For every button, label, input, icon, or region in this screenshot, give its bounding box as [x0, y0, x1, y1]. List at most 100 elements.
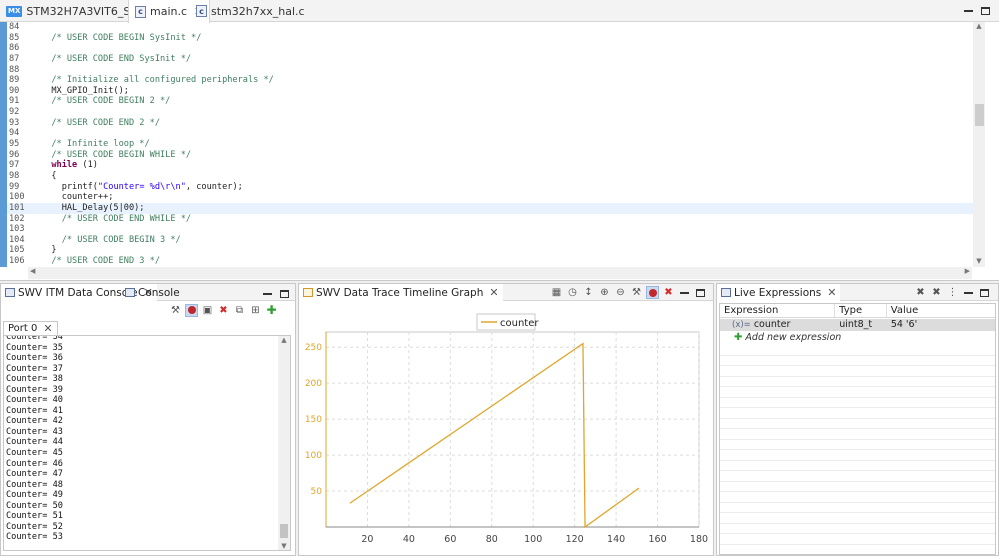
code-line[interactable]: 103	[7, 224, 973, 235]
minimize-icon[interactable]	[964, 4, 973, 17]
code-line[interactable]: 88	[7, 65, 973, 76]
close-icon[interactable]: ✕	[43, 322, 52, 335]
code-line[interactable]: 91 /* USER CODE BEGIN 2 */	[7, 96, 973, 107]
code-line[interactable]: 97 while (1)	[7, 160, 973, 171]
empty-row	[720, 419, 995, 429]
settings-icon[interactable]: ⚒	[169, 304, 182, 317]
empty-row	[720, 408, 995, 419]
record-icon[interactable]	[646, 286, 659, 299]
code-line[interactable]: 104 /* USER CODE BEGIN 3 */	[7, 235, 973, 246]
close-icon[interactable]: ✕	[489, 286, 498, 299]
itm-console-output[interactable]: Counter= 34 Counter= 35 Counter= 36 Counter…	[3, 335, 291, 551]
code-line[interactable]: 90 MX_GPIO_Init();	[7, 86, 973, 97]
tab-live-expressions[interactable]: Live Expressions ✕	[717, 284, 841, 301]
scroll-up-icon[interactable]: ▲	[973, 22, 985, 32]
remove-expression-icon[interactable]: ✖	[914, 286, 927, 299]
code-line[interactable]: 87 /* USER CODE END SysInit */	[7, 54, 973, 65]
add-icon: ✚	[734, 332, 743, 343]
code-line[interactable]: 99 printf("Counter= %d\r\n", counter);	[7, 182, 973, 193]
tab-swv-timeline-graph[interactable]: SWV Data Trace Timeline Graph ✕	[299, 284, 503, 301]
editor-vertical-scrollbar[interactable]: ▲ ▼	[973, 22, 985, 267]
code-line[interactable]: 105 }	[7, 245, 973, 256]
editor-horizontal-scrollbar[interactable]: ◀ ▶	[28, 267, 972, 279]
c-file-icon: c	[196, 5, 207, 17]
tab-console[interactable]: Console	[121, 284, 184, 301]
console-line: Counter= 47	[6, 469, 63, 480]
code-text: /* USER CODE BEGIN 2 */	[41, 96, 170, 107]
code-line[interactable]: 89 /* Initialize all configured peripher…	[7, 75, 973, 86]
scroll-left-icon[interactable]: ◀	[30, 267, 35, 275]
minimize-icon[interactable]	[962, 286, 975, 299]
empty-row	[720, 440, 995, 450]
editor-gutter	[0, 22, 7, 267]
code-line[interactable]: 92	[7, 107, 973, 118]
record-icon[interactable]	[185, 303, 198, 317]
tab-port-0[interactable]: Port 0 ✕	[3, 321, 58, 335]
column-type[interactable]: Type	[835, 304, 887, 317]
code-view[interactable]: 84 85 /* USER CODE BEGIN SysInit */86 87 /…	[0, 22, 999, 267]
scroll-thumb[interactable]	[975, 104, 984, 126]
scroll-thumb[interactable]	[280, 524, 288, 538]
code-line[interactable]: 98 {	[7, 171, 973, 182]
live-expressions-table[interactable]: Expression Type Value (x)= counter uint8…	[719, 303, 996, 555]
code-line[interactable]: 101 HAL_Delay(5|00);	[7, 202, 973, 214]
minimize-icon[interactable]	[678, 286, 691, 299]
code-line[interactable]: 86	[7, 43, 973, 54]
tab-hal-c[interactable]: c stm32h7xx_hal.c	[190, 0, 311, 22]
tab-label: Live Expressions	[734, 286, 822, 299]
code-line[interactable]: 96 /* USER CODE BEGIN WHILE */	[7, 150, 973, 161]
c-file-icon: c	[135, 5, 146, 18]
scroll-down-icon[interactable]: ▼	[278, 542, 290, 550]
settings-icon[interactable]: ⚒	[630, 286, 643, 299]
console-line: Counter= 36	[6, 353, 63, 364]
scroll-up-icon[interactable]: ▲	[278, 336, 290, 344]
maximize-icon[interactable]	[978, 286, 991, 299]
add-port-icon[interactable]: ✚	[265, 303, 278, 317]
y-tick-label: 250	[305, 343, 322, 353]
configure-trace-icon[interactable]: ▦	[550, 286, 563, 299]
zoom-out-icon[interactable]: ⊖	[614, 286, 627, 299]
view-menu-icon[interactable]: ⋮	[946, 286, 959, 299]
save-icon[interactable]: ▣	[201, 304, 214, 317]
code-line[interactable]: 84	[7, 22, 973, 33]
code-line[interactable]: 106 /* USER CODE END 3 */	[7, 256, 973, 267]
table-row[interactable]: (x)= counter uint8_t 54 '6'	[720, 319, 995, 331]
minimize-icon[interactable]	[263, 287, 272, 300]
console-line: Counter= 44	[6, 437, 63, 448]
code-token: /* USER CODE BEGIN 2 */	[41, 96, 171, 107]
remove-all-icon[interactable]: ✖	[930, 286, 943, 299]
clear-icon[interactable]: ✖	[662, 286, 675, 299]
empty-row	[720, 450, 995, 461]
code-line[interactable]: 85 /* USER CODE BEGIN SysInit */	[7, 33, 973, 44]
maximize-icon[interactable]	[981, 4, 990, 17]
column-expression[interactable]: Expression	[720, 304, 836, 317]
code-line[interactable]: 94	[7, 128, 973, 139]
line-number: 103	[9, 224, 25, 235]
code-line[interactable]: 93 /* USER CODE END 2 */	[7, 118, 973, 129]
clock-icon[interactable]: ◷	[566, 286, 579, 299]
zoom-in-icon[interactable]: ⊕	[598, 286, 611, 299]
export-icon[interactable]: ⊞	[249, 304, 262, 317]
copy-icon[interactable]: ⧉	[233, 304, 246, 317]
clear-icon[interactable]: ✖	[217, 304, 230, 317]
timeline-graph[interactable]: 20 40 60 80 100 120 140 160 180 50 100 150 200 250 cou…	[299, 302, 713, 554]
code-token: /* Initialize all configured peripherals…	[41, 75, 274, 86]
console-scrollbar[interactable]: ▲ ▼	[278, 336, 290, 550]
code-line[interactable]: 102 /* USER CODE END WHILE */	[7, 214, 973, 225]
code-line[interactable]: 95 /* Infinite loop */	[7, 139, 973, 150]
scroll-right-icon[interactable]: ▶	[965, 267, 970, 275]
empty-row	[720, 377, 995, 387]
console-line: Counter= 48	[6, 479, 63, 490]
scroll-down-icon[interactable]: ▼	[973, 257, 985, 267]
maximize-icon[interactable]	[280, 287, 289, 300]
close-icon[interactable]: ✕	[827, 286, 836, 299]
adjust-y-icon[interactable]: ↕	[582, 286, 595, 299]
line-number: 97	[9, 160, 20, 171]
add-expression-row[interactable]: ✚ Add new expression	[720, 332, 995, 344]
code-line[interactable]: 100 counter++;	[7, 192, 973, 203]
console-line: Counter= 52	[6, 521, 63, 532]
maximize-icon[interactable]	[694, 286, 707, 299]
editor-tabbar: MX STM32H7A3VIT6_SWO.ioc c main.c ✕ c st…	[0, 0, 999, 23]
column-value[interactable]: Value	[887, 304, 995, 317]
itm-toolbar: ⚒ ▣ ✖ ⧉ ⊞ ✚	[169, 302, 278, 318]
